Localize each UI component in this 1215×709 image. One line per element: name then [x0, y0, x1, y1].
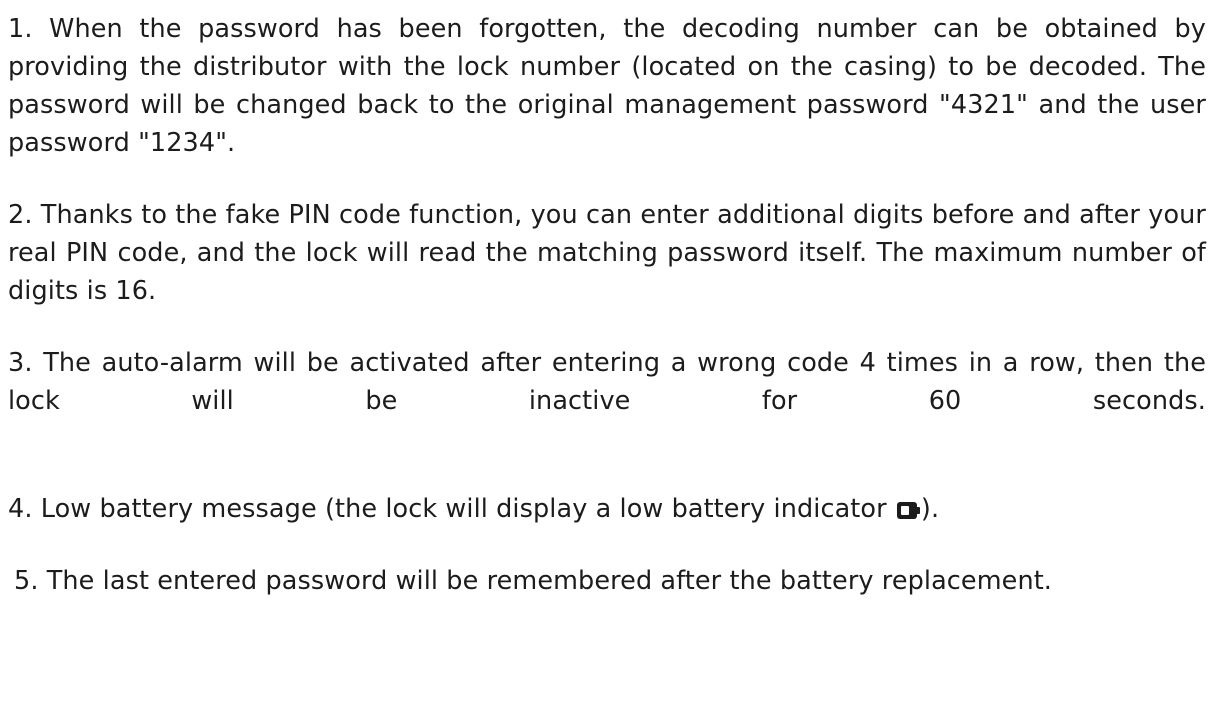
instruction-item-1: 1. When the password has been forgotten,…	[8, 14, 1206, 158]
battery-low-icon	[896, 502, 921, 519]
instruction-item-3: 3. The auto-alarm will be activated afte…	[8, 348, 1206, 416]
instruction-list: 1. When the password has been forgotten,…	[8, 10, 1206, 600]
instruction-item-4-tail: ).	[920, 494, 940, 524]
instruction-item-5: 5. The last entered password will be rem…	[14, 566, 1053, 596]
instruction-item-4-text: 4. Low battery message (the lock will di…	[8, 494, 887, 524]
instruction-item-4: 4. Low battery message (the lock will di…	[8, 490, 1206, 528]
instruction-item-2: 2. Thanks to the fake PIN code function,…	[8, 200, 1206, 306]
